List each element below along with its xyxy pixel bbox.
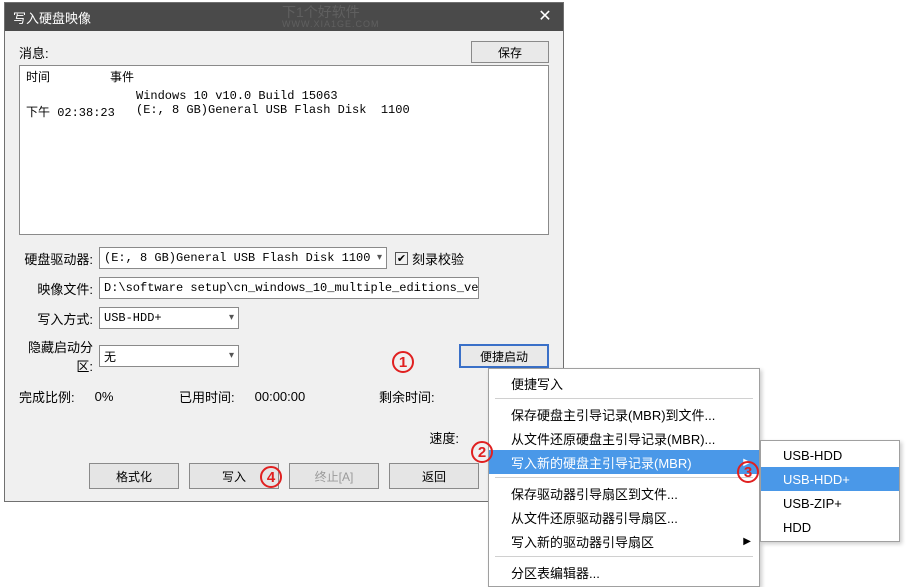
image-file-label: 映像文件: (19, 279, 99, 298)
submenu-hdd[interactable]: HDD (761, 515, 899, 539)
window-title: 写入硬盘映像 (13, 8, 91, 27)
drive-combo[interactable]: (E:, 8 GB)General USB Flash Disk 1100 ▾ (99, 247, 387, 269)
menu-separator (495, 556, 753, 557)
menu-item-write-new-mbr[interactable]: 写入新的硬盘主引导记录(MBR) ▶ (489, 450, 759, 474)
submenu-usb-hdd[interactable]: USB-HDD (761, 443, 899, 467)
menu-item-save-mbr[interactable]: 保存硬盘主引导记录(MBR)到文件... (489, 402, 759, 426)
save-button[interactable]: 保存 (471, 41, 549, 63)
menu-item-quick-write[interactable]: 便捷写入 (489, 371, 759, 395)
log-box[interactable]: 时间 事件 Windows 10 v10.0 Build 15063 下午 02… (19, 65, 549, 235)
drive-label: 硬盘驱动器: (19, 249, 99, 268)
message-label: 消息: (19, 43, 49, 62)
chevron-down-icon: ▾ (229, 350, 234, 362)
menu-item-restore-mbr[interactable]: 从文件还原硬盘主引导记录(MBR)... (489, 426, 759, 450)
checkbox-icon: ✔ (395, 252, 408, 265)
elapsed-value: 00:00:00 (255, 389, 306, 404)
log-col-time: 时间 (26, 68, 50, 85)
submenu-usb-zip-plus[interactable]: USB-ZIP+ (761, 491, 899, 515)
speed-label: 速度: (429, 428, 459, 447)
titlebar[interactable]: 写入硬盘映像 ✕ (5, 3, 563, 31)
back-button[interactable]: 返回 (389, 463, 479, 489)
done-label: 完成比例: (19, 387, 75, 406)
shortcut-context-menu: 便捷写入 保存硬盘主引导记录(MBR)到文件... 从文件还原硬盘主引导记录(M… (488, 368, 760, 587)
mbr-submenu: USB-HDD USB-HDD+ USB-ZIP+ HDD (760, 440, 900, 542)
done-value: 0% (95, 389, 114, 404)
write-mode-label: 写入方式: (19, 309, 99, 328)
log-col-event: 事件 (110, 68, 134, 85)
menu-separator (495, 398, 753, 399)
elapsed-label: 已用时间: (179, 387, 235, 406)
menu-item-partition-editor[interactable]: 分区表编辑器... (489, 560, 759, 584)
menu-item-save-boot-sector[interactable]: 保存驱动器引导扇区到文件... (489, 481, 759, 505)
log-row: Windows 10 v10.0 Build 15063 (26, 89, 542, 103)
hide-boot-label: 隐藏启动分区: (19, 337, 99, 375)
submenu-arrow-icon: ▶ (743, 457, 751, 468)
write-disk-image-dialog: 写入硬盘映像 ✕ 消息: 保存 时间 事件 Windows 10 v10.0 B… (4, 2, 564, 502)
chevron-down-icon: ▾ (377, 252, 382, 264)
abort-button: 终止[A] (289, 463, 379, 489)
log-row: 下午 02:38:23 (E:, 8 GB)General USB Flash … (26, 103, 542, 120)
menu-separator (495, 477, 753, 478)
format-button[interactable]: 格式化 (89, 463, 179, 489)
submenu-usb-hdd-plus[interactable]: USB-HDD+ (761, 467, 899, 491)
write-mode-combo[interactable]: USB-HDD+ ▾ (99, 307, 239, 329)
submenu-arrow-icon: ▶ (743, 536, 751, 547)
chevron-down-icon: ▾ (229, 312, 234, 324)
hide-boot-combo[interactable]: 无 ▾ (99, 345, 239, 367)
menu-item-restore-boot-sector[interactable]: 从文件还原驱动器引导扇区... (489, 505, 759, 529)
remain-label: 剩余时间: (379, 387, 435, 406)
shortcut-boot-button[interactable]: 便捷启动 (459, 344, 549, 368)
burn-verify-checkbox[interactable]: ✔ 刻录校验 (395, 249, 464, 268)
image-file-input[interactable]: D:\software setup\cn_windows_10_multiple… (99, 277, 479, 299)
write-button[interactable]: 写入 (189, 463, 279, 489)
menu-item-write-new-boot-sector[interactable]: 写入新的驱动器引导扇区 ▶ (489, 529, 759, 553)
close-button[interactable]: ✕ (527, 3, 563, 31)
content-area: 消息: 保存 时间 事件 Windows 10 v10.0 Build 1506… (5, 31, 563, 499)
